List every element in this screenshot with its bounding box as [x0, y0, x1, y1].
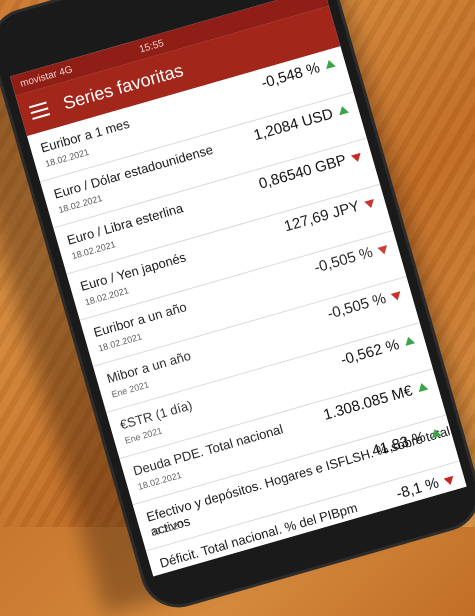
trend-down-icon [390, 291, 403, 302]
series-value: -8,1 % [394, 474, 441, 503]
trend-down-icon [377, 245, 390, 256]
menu-icon[interactable] [28, 101, 51, 120]
clock: 15:55 [137, 37, 166, 56]
trend-up-icon [337, 104, 349, 116]
trend-down-icon [350, 152, 363, 164]
trend-down-icon [443, 475, 456, 487]
trend-up-icon [416, 381, 429, 393]
trend-down-icon [364, 198, 377, 210]
trend-up-icon [323, 58, 336, 70]
trend-up-icon [403, 335, 416, 346]
